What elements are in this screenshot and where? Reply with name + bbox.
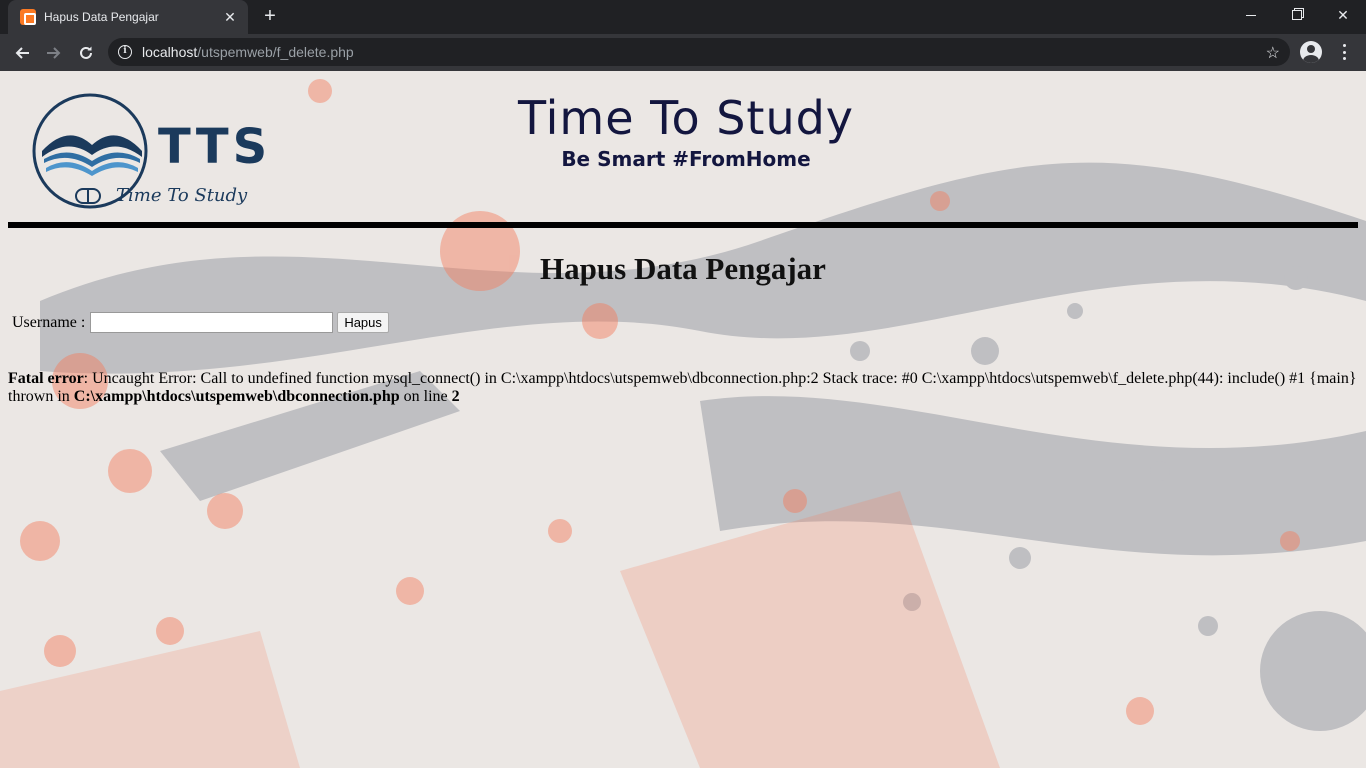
open-book-icon xyxy=(42,135,142,176)
back-button[interactable] xyxy=(8,39,36,67)
error-file: C:\xampp\htdocs\utspemweb\dbconnection.p… xyxy=(73,388,400,405)
browser-tab[interactable]: Hapus Data Pengajar ✕ xyxy=(8,0,248,34)
site-header: TTS Time To Study Time To Study Be Smart… xyxy=(0,71,1366,221)
profile-avatar-icon[interactable] xyxy=(1300,41,1322,63)
forward-arrow-icon xyxy=(47,47,61,59)
window-close-button[interactable]: ✕ xyxy=(1320,0,1366,30)
site-subtitle: Be Smart #FromHome xyxy=(561,147,811,171)
mouse-icon xyxy=(75,188,101,204)
bookmark-star-icon[interactable]: ☆ xyxy=(1266,43,1280,63)
site-title: Time To Study xyxy=(517,91,855,145)
page-viewport: TTS Time To Study Time To Study Be Smart… xyxy=(0,71,1366,768)
logo-tagline-text: Time To Study xyxy=(116,185,248,206)
header-divider xyxy=(8,222,1358,228)
delete-form: Username : Hapus xyxy=(12,312,389,333)
hapus-button[interactable]: Hapus xyxy=(337,312,389,333)
tab-close-icon[interactable]: ✕ xyxy=(222,9,238,26)
username-input[interactable] xyxy=(90,312,334,333)
tab-strip: Hapus Data Pengajar ✕ + ✕ xyxy=(0,0,1366,34)
new-tab-button[interactable]: + xyxy=(258,5,282,29)
site-info-icon[interactable]: i xyxy=(118,45,132,59)
reload-icon xyxy=(80,46,92,59)
tab-title: Hapus Data Pengajar xyxy=(44,10,159,24)
tts-logo: TTS Time To Study xyxy=(32,93,271,209)
window-minimize-button[interactable] xyxy=(1228,0,1274,30)
browser-toolbar: i localhost/utspemweb/f_delete.php ☆ xyxy=(0,34,1366,71)
window-restore-button[interactable] xyxy=(1274,0,1320,30)
username-label: Username : xyxy=(12,313,86,331)
back-arrow-icon xyxy=(15,47,29,59)
reload-button[interactable] xyxy=(72,39,100,67)
address-bar[interactable]: i localhost/utspemweb/f_delete.php ☆ xyxy=(108,38,1290,66)
error-on-line: on line xyxy=(399,388,452,405)
xampp-favicon-icon xyxy=(20,9,36,25)
page-title: Hapus Data Pengajar xyxy=(540,251,826,286)
browser-menu-icon[interactable] xyxy=(1336,42,1352,62)
logo-brand-text: TTS xyxy=(158,119,271,175)
error-label: Fatal error xyxy=(8,370,84,387)
php-error-message: Fatal error: Uncaught Error: Call to und… xyxy=(8,370,1360,406)
error-line-number: 2 xyxy=(451,388,460,405)
forward-button[interactable] xyxy=(40,39,68,67)
url-text[interactable]: localhost/utspemweb/f_delete.php xyxy=(142,44,354,60)
